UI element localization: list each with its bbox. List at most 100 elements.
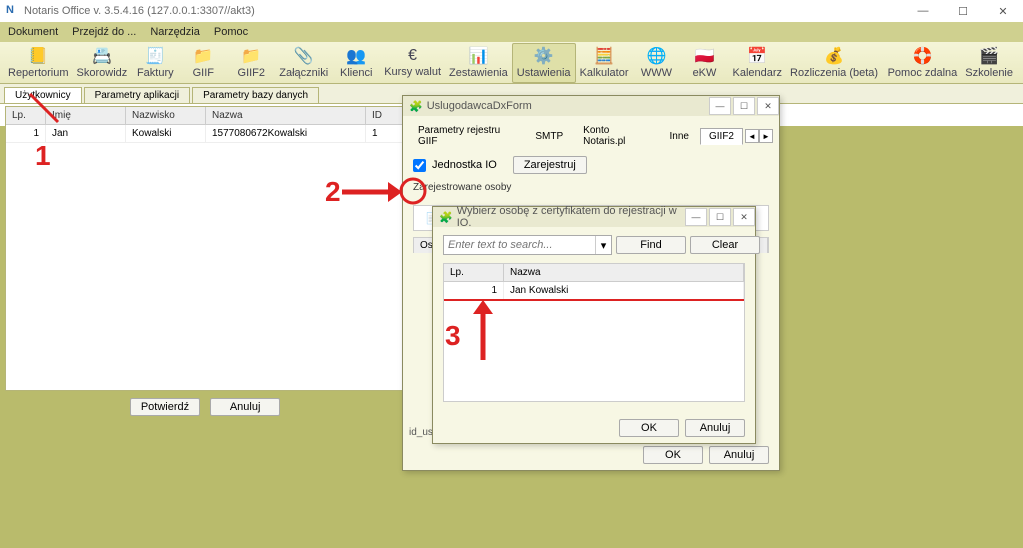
report-icon: 📊 <box>468 46 488 66</box>
zarej-osoby-label: Zarejestrowane osoby <box>403 180 779 195</box>
minimize-button[interactable]: — <box>903 0 943 22</box>
persons-select-grid: Lp. Nazwa 1 Jan Kowalski <box>443 263 745 402</box>
calendar-icon: 📅 <box>747 46 767 66</box>
tool-skorowidz[interactable]: 📇Skorowidz <box>73 43 132 83</box>
tab-uzytkownicy[interactable]: Użytkownicy <box>4 87 82 103</box>
euro-icon: € <box>408 47 417 65</box>
wybierz-osobe-dialog: 🧩 Wybierz osobę z certyfikatem do rejest… <box>432 206 756 444</box>
window-title: Notaris Office v. 3.5.4.16 (127.0.0.1:33… <box>24 5 255 17</box>
dlg2-ok-button[interactable]: OK <box>619 419 679 437</box>
main-toolbar: 📒Repertorium 📇Skorowidz 🧾Faktury 📁GIIF 📁… <box>0 42 1023 84</box>
tab-next-button[interactable]: ► <box>759 129 773 143</box>
dtab-smtp[interactable]: SMTP <box>526 128 572 145</box>
search-box: ▾ <box>443 235 612 255</box>
coins-icon: 💰 <box>824 46 844 66</box>
grid-header: Lp. Imię Nazwisko Nazwa ID <box>6 107 404 125</box>
table-row[interactable]: 1 Jan Kowalski 1577080672Kowalski 1 <box>6 125 404 143</box>
dialog2-min-button[interactable]: — <box>685 208 707 226</box>
dialog2-icon: 🧩 <box>439 211 453 224</box>
menu-przejdz[interactable]: Przejdź do ... <box>72 26 136 38</box>
zarejestruj-button[interactable]: Zarejestruj <box>513 156 587 174</box>
jednostka-checkbox[interactable] <box>413 159 426 172</box>
dialog-tabs: Parametry rejestru GIIF SMTP Konto Notar… <box>403 116 779 150</box>
tool-faktury[interactable]: 🧾Faktury <box>131 43 179 83</box>
col-nazwa[interactable]: Nazwa <box>206 107 366 124</box>
col-imie[interactable]: Imię <box>46 107 126 124</box>
app-icon: N <box>6 4 20 18</box>
dtab-giif2[interactable]: GIIF2 <box>700 128 743 145</box>
tool-ekw[interactable]: 🇵🇱eKW <box>680 43 728 83</box>
dialog2-titlebar: 🧩 Wybierz osobę z certyfikatem do rejest… <box>433 207 755 227</box>
menu-narzedzia[interactable]: Narzędzia <box>150 26 200 38</box>
dialog-min-button[interactable]: — <box>709 97 731 115</box>
titlebar: N Notaris Office v. 3.5.4.16 (127.0.0.1:… <box>0 0 1023 22</box>
g3-col-nazwa[interactable]: Nazwa <box>504 264 744 281</box>
tool-www[interactable]: 🌐WWW <box>632 43 680 83</box>
close-button[interactable]: ✕ <box>983 0 1023 22</box>
tool-giif2[interactable]: 📁GIIF2 <box>227 43 275 83</box>
dialog2-close-button[interactable]: ✕ <box>733 208 755 226</box>
jednostka-label: Jednostka IO <box>432 159 497 171</box>
dialog-title: UslugodawcaDxForm <box>427 100 532 112</box>
dialog2-title: Wybierz osobę z certyfikatem do rejestra… <box>457 205 683 229</box>
search-input[interactable] <box>444 236 595 254</box>
tool-kalendarz[interactable]: 📅Kalendarz <box>728 43 786 83</box>
invoice-icon: 🧾 <box>145 46 165 66</box>
people-icon: 👥 <box>346 46 366 66</box>
index-icon: 📇 <box>92 46 112 66</box>
grid3-header: Lp. Nazwa <box>444 264 744 282</box>
anuluj-button[interactable]: Anuluj <box>210 398 280 416</box>
tool-szkolenie[interactable]: 🎬Szkolenie <box>961 43 1017 83</box>
dialog2-max-button[interactable]: ☐ <box>709 208 731 226</box>
dtab-konto[interactable]: Konto Notaris.pl <box>574 122 658 150</box>
tool-zalaczniki[interactable]: 📎Załączniki <box>275 43 332 83</box>
book-icon: 📒 <box>28 46 48 66</box>
tool-giif[interactable]: 📁GIIF <box>179 43 227 83</box>
clear-button[interactable]: Clear <box>690 236 760 254</box>
button-row: Potwierdź Anuluj <box>5 392 405 422</box>
tool-kursy[interactable]: €Kursy walut <box>380 43 445 83</box>
col-id[interactable]: ID <box>366 107 404 124</box>
col-nazwisko[interactable]: Nazwisko <box>126 107 206 124</box>
folder-icon: 📁 <box>193 46 213 66</box>
g3-col-lp[interactable]: Lp. <box>444 264 504 281</box>
training-icon: 🎬 <box>979 46 999 66</box>
col-lp[interactable]: Lp. <box>6 107 46 124</box>
calculator-icon: 🧮 <box>594 46 614 66</box>
dlg1-ok-button[interactable]: OK <box>643 446 703 464</box>
users-grid: Lp. Imię Nazwisko Nazwa ID 1 Jan Kowalsk… <box>5 106 405 391</box>
tool-klienci[interactable]: 👥Klienci <box>332 43 380 83</box>
dtab-param-giif[interactable]: Parametry rejestru GIIF <box>409 122 524 150</box>
dlg2-anuluj-button[interactable]: Anuluj <box>685 419 745 437</box>
settings-icon: ⚙️ <box>534 46 554 66</box>
dialog-titlebar: 🧩 UslugodawcaDxForm — ☐ ✕ <box>403 96 779 116</box>
globe-icon: 🌐 <box>647 46 667 66</box>
flag-icon: 🇵🇱 <box>695 46 715 66</box>
menubar: Dokument Przejdź do ... Narzędzia Pomoc <box>0 22 1023 42</box>
tool-kalkulator[interactable]: 🧮Kalkulator <box>576 43 633 83</box>
tool-rozliczenia[interactable]: 💰Rozliczenia (beta) <box>786 43 882 83</box>
search-row: ▾ Find Clear <box>433 227 755 263</box>
maximize-button[interactable]: ☐ <box>943 0 983 22</box>
dtab-inne[interactable]: Inne <box>661 128 698 145</box>
tool-pomoc-zdalna[interactable]: 🛟Pomoc zdalna <box>884 43 962 83</box>
tab-parametry-aplikacji[interactable]: Parametry aplikacji <box>84 87 190 103</box>
find-button[interactable]: Find <box>616 236 686 254</box>
menu-pomoc[interactable]: Pomoc <box>214 26 248 38</box>
potwierdz-button[interactable]: Potwierdź <box>130 398 200 416</box>
tool-ustawienia[interactable]: ⚙️Ustawienia <box>512 43 576 83</box>
tool-zestawienia[interactable]: 📊Zestawienia <box>445 43 512 83</box>
dlg1-anuluj-button[interactable]: Anuluj <box>709 446 769 464</box>
tab-prev-button[interactable]: ◄ <box>745 129 759 143</box>
dialog-icon: 🧩 <box>409 100 423 113</box>
remote-help-icon: 🛟 <box>912 46 932 66</box>
menu-dokument[interactable]: Dokument <box>8 26 58 38</box>
table-row[interactable]: 1 Jan Kowalski <box>444 282 744 301</box>
dialog-close-button[interactable]: ✕ <box>757 97 779 115</box>
folder-icon: 📁 <box>241 46 261 66</box>
search-dropdown-button[interactable]: ▾ <box>595 236 611 254</box>
attachment-icon: 📎 <box>294 46 314 66</box>
tab-parametry-bazy[interactable]: Parametry bazy danych <box>192 87 319 103</box>
tool-repertorium[interactable]: 📒Repertorium <box>4 43 73 83</box>
dialog-max-button[interactable]: ☐ <box>733 97 755 115</box>
